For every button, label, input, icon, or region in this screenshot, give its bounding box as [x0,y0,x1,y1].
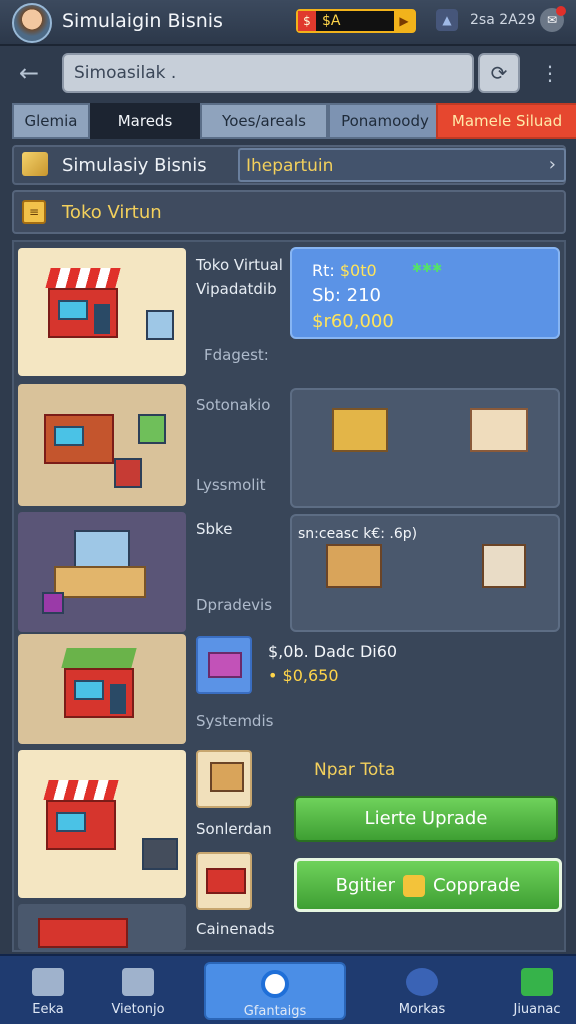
coin-balance[interactable]: $ $A ▶ [296,9,416,33]
terminal-icon [482,544,526,588]
shop-tile-computer[interactable] [18,512,186,632]
market-stall-icon [38,268,138,348]
heart-icon [406,968,438,996]
shop-tile-partial[interactable] [18,904,186,950]
listing-sub: Vipadatdib [196,280,277,298]
delivery-car-tile[interactable] [196,636,252,694]
package-icon [326,544,382,588]
tab-bar: Glemia Mareds Yoes/areals Ponamoody Mame… [12,103,576,139]
notification-icon[interactable]: ✉ [540,6,566,32]
circle-icon [261,970,289,998]
label-sotonakio: Sotonakio [196,396,271,414]
car-icon [208,652,242,678]
computer-icon [74,530,130,570]
near-title: Npar Tota [314,760,396,780]
box-icon [22,152,48,176]
shop-grid: Toko Virtual Vipadatdib Fdagest: Sotonak… [12,240,566,952]
more-menu-button[interactable]: ⋮ [538,58,562,88]
section-title: Simulasiy Bisnis [62,155,207,176]
upgrade-panel-1[interactable] [290,388,560,508]
nav-markets[interactable]: Morkas [374,956,470,1024]
panel-text: sn:ceasc k€: .6p) [298,526,418,542]
nav-home[interactable]: Eeka [0,956,96,1024]
upgrade-button[interactable]: Lierte Uprade [294,796,558,842]
red-car-icon [206,868,246,894]
cardboard-box-icon [210,762,244,792]
play-icon[interactable]: ▶ [394,11,414,31]
upgrade-panel-2[interactable]: sn:ceasc k€: .6p) [290,514,560,632]
phone-icon [521,968,553,996]
goods-icon [114,458,142,488]
nav-phone[interactable]: Jiuanac [498,956,576,1024]
home-icon [32,968,64,996]
notification-dot [556,6,566,16]
stat-r: Rt: $0t0 [312,261,377,280]
coin-icon: $ [298,11,316,31]
tab-mamele-siluad[interactable]: Mamele Siluad [436,103,576,139]
label-sonlerdan: Sonlerdan [196,820,272,838]
desk-icon [54,566,146,598]
label-sbke: Sbke [196,520,233,538]
coin-value: $A [322,13,341,29]
section-header: Simulasiy Bisnis Ihepartuin › [12,145,566,185]
label-systemdis: Systemdis [196,712,274,730]
truck-tile[interactable] [196,852,252,910]
refresh-button[interactable]: ⟳ [478,53,520,93]
partial-shop-icon [38,918,128,948]
shop-tile-market[interactable] [18,248,186,376]
label-lyssmolit: Lyssmolit [196,476,266,494]
signal-icon: ▲ [436,9,458,31]
shop-tile-storeroom[interactable] [18,384,186,506]
tab-yoes-areals[interactable]: Yoes/areals [200,103,328,139]
search-input[interactable] [62,53,474,93]
back-button[interactable]: ← [14,58,44,88]
price-line-1: $,0b. Dadc Di60 [268,642,398,661]
bottom-nav: Eeka Vietonjo Gfantaigs Morkas Jiuanac [0,954,576,1024]
house-shop-icon [54,648,144,728]
tab-mareds[interactable]: Mareds [90,103,200,139]
nav-active[interactable]: Gfantaigs [204,962,346,1020]
compare-left-label: Bgitier [335,875,395,896]
awning-stall-icon [36,780,136,860]
cart-icon [142,838,178,870]
label-dpradevis: Dpradevis [196,596,273,614]
chevron-right-icon: › [548,154,556,175]
time-text: 2sa 2A29 [470,12,536,28]
compare-button[interactable]: Bgitier Copprade [294,858,562,912]
department-select[interactable]: Ihepartuin › [238,148,566,182]
shop-title: Toko Virtun [62,202,162,223]
department-value: Ihepartuin [246,156,334,176]
box-tile[interactable] [196,750,252,808]
building-icon [122,968,154,996]
stall-icon [470,408,528,452]
listing-name: Toko Virtual [196,256,283,274]
stats-card[interactable]: Rt: $0t0 ✱✱✱ Sb: 210 $r60,000 [290,247,560,339]
listing-label: Fdagest: [204,346,269,364]
coin-icon [402,875,425,897]
shop-tile-stall[interactable] [18,750,186,898]
tab-glemia[interactable]: Glemia [12,103,90,139]
shop-header[interactable]: ≡ Toko Virtun [12,190,566,234]
crate-icon [138,414,166,444]
compare-right-label: Copprade [432,875,521,896]
stat-line2: Sb: 210 [312,285,381,306]
avatar[interactable] [12,3,52,43]
price-line-2: • $0,650 [268,666,339,685]
top-bar: Simulaigin Bisnis $ $A ▶ ▲ 2sa 2A29 ✉ [0,0,576,46]
shop-tile-house[interactable] [18,634,186,744]
app-title: Simulaigin Bisnis [62,10,223,32]
building-icon [332,408,388,452]
tab-ponamoody[interactable]: Ponamoody [328,103,442,139]
document-icon: ≡ [22,200,46,224]
monitor-icon [146,310,174,340]
store-interior-icon [34,394,124,474]
label-cainenads: Cainenads [196,920,275,938]
stool-icon [42,592,64,614]
stat-line3: $r60,000 [312,311,394,332]
rating-stars: ✱✱✱ [412,261,443,275]
nav-building[interactable]: Vietonjo [90,956,186,1024]
